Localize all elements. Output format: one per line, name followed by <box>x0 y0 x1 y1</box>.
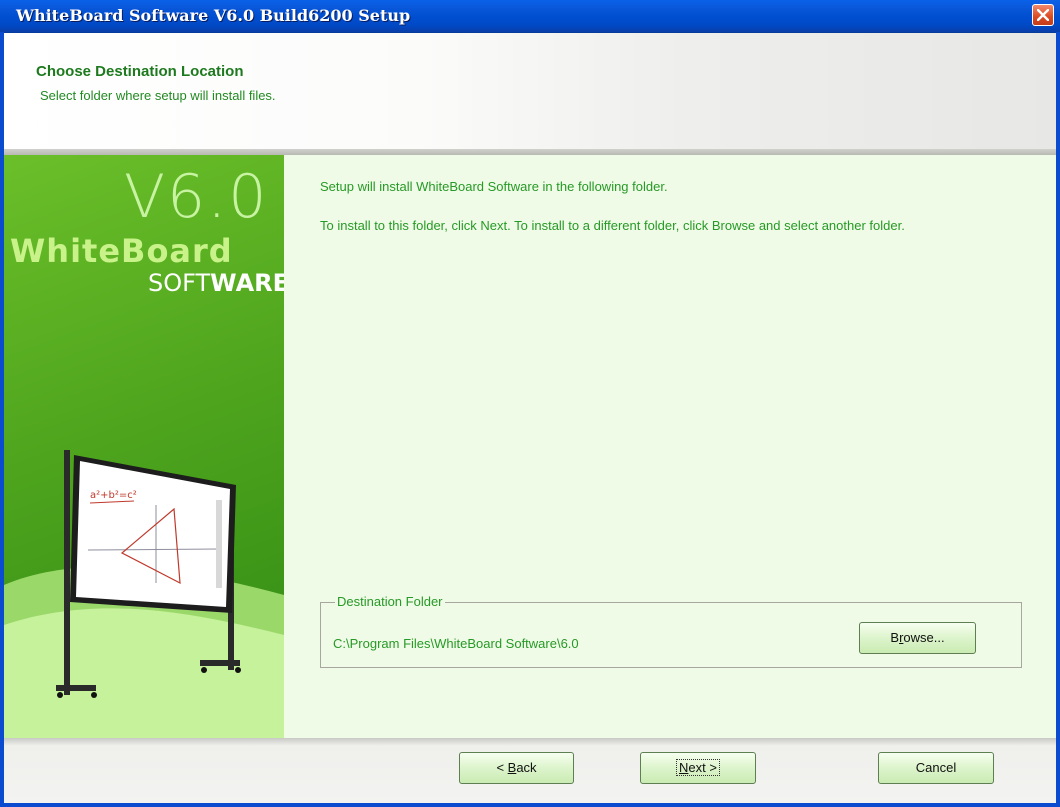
browse-label-pre: B <box>890 630 900 645</box>
next-label-accel: N <box>679 760 689 775</box>
brand-soft-text: SOFT <box>148 269 211 297</box>
next-focus-rect: Next > <box>676 759 720 776</box>
folder-path: C:\Program Files\WhiteBoard Software\6.0 <box>333 636 579 651</box>
page-title: Choose Destination Location <box>36 63 244 80</box>
window-frame-bottom <box>0 803 1060 807</box>
group-label: Destination Folder <box>335 594 445 609</box>
browse-button[interactable]: Browse... <box>859 622 976 654</box>
next-button[interactable]: Next > <box>640 752 756 784</box>
window-title: WhiteBoard Software V6.0 Build6200 Setup <box>16 6 411 25</box>
browse-label-post: owse... <box>903 630 945 645</box>
window-frame-right <box>1056 32 1060 807</box>
close-button[interactable] <box>1032 4 1054 26</box>
page-subtitle: Select folder where setup will install f… <box>40 88 276 103</box>
brand-logo: WhiteBoard <box>10 232 233 270</box>
window-frame-left <box>0 32 4 807</box>
next-label-post: ext > <box>688 760 717 775</box>
brand-logo-software: SOFTWARE <box>148 269 284 297</box>
cancel-button[interactable]: Cancel <box>878 752 994 784</box>
instruction-text: Setup will install WhiteBoard Software i… <box>320 179 668 194</box>
destination-folder-group: Destination Folder C:\Program Files\Whit… <box>320 594 1022 668</box>
wizard-header: Choose Destination Location Select folde… <box>4 33 1056 149</box>
wizard-footer: < Back Next > Cancel <box>4 738 1056 803</box>
content-pane: Setup will install WhiteBoard Software i… <box>284 155 1056 738</box>
brand-ware-text: WARE <box>210 269 284 297</box>
instruction-text-2: To install to this folder, click Next. T… <box>320 218 905 233</box>
side-banner: a²+b²=c² V6.0 WhiteBoard SOFTWARE <box>4 155 284 738</box>
close-icon <box>1037 9 1049 21</box>
back-label-pre: < <box>496 760 508 775</box>
title-bar[interactable]: WhiteBoard Software V6.0 Build6200 Setup <box>0 0 1060 33</box>
back-label-post: ack <box>516 760 537 775</box>
version-logo: V6.0 <box>124 162 269 232</box>
setup-window: WhiteBoard Software V6.0 Build6200 Setup… <box>0 0 1060 807</box>
back-button[interactable]: < Back <box>459 752 574 784</box>
svg-text:a²+b²=c²: a²+b²=c² <box>90 490 137 501</box>
